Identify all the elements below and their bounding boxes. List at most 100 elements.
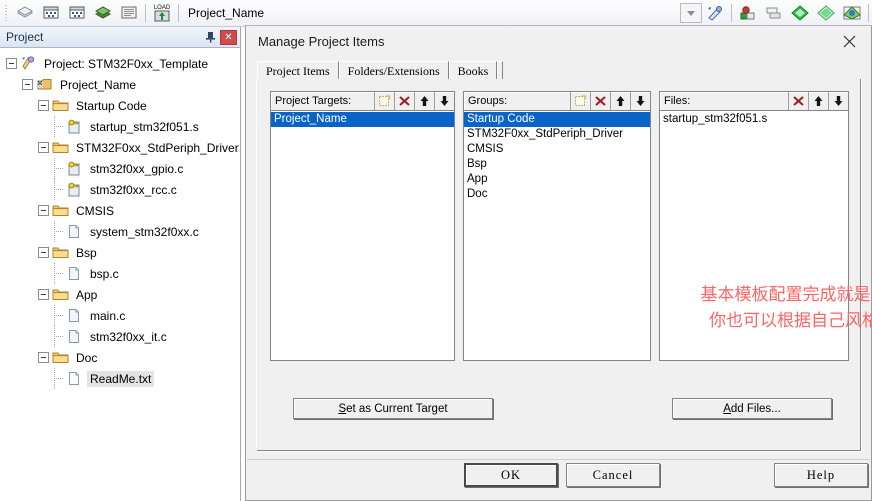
software-packs-icon[interactable] [840,2,864,25]
list-item[interactable]: Bsp [464,157,650,172]
active-project-label: Project_Name [188,6,265,20]
tree-item[interactable]: STM32F0xx_StdPeriph_Driver [0,137,240,158]
groups-header-label: Groups: [468,95,508,107]
item-columns: Project Targets: Project_Name Groups: Start… [270,91,857,366]
dialog-tabs[interactable]: Project Items Folders/Extensions Books [257,61,861,80]
plain-file-icon [66,224,83,239]
tab-project-items[interactable]: Project Items [257,61,339,80]
tree-item-label: stm32f0xx_rcc.c [90,182,177,197]
multi-project-icon[interactable] [762,2,786,25]
manage-project-items-dialog: Manage Project Items Project Items Folder… [245,25,872,501]
set-as-current-target-button[interactable]: Set as Current Target [293,398,493,419]
groups-listbox[interactable]: Startup Code STM32F0xx_StdPeriph_Driver CM… [463,111,651,361]
manage-run-time-env-icon[interactable] [814,2,838,25]
new-item-icon[interactable] [374,92,394,110]
toolbar-separator [178,4,179,22]
close-icon[interactable] [827,27,871,56]
tree-expander-icon[interactable] [38,247,49,258]
build-target-icon[interactable] [13,2,37,25]
tree-item[interactable]: Bsp [0,242,240,263]
tree-item[interactable]: Doc [0,347,240,368]
dialog-divider [247,459,870,460]
move-down-icon[interactable] [630,92,650,110]
tree-item[interactable]: startup_stm32f051.s [0,116,240,137]
project-tree[interactable]: Project: STM32F0xx_Template Project_Name S… [0,49,240,501]
tree-item-label: Startup Code [76,98,147,113]
tab-books[interactable]: Books [448,61,498,80]
list-item[interactable]: CMSIS [464,142,650,157]
tree-expander-icon[interactable] [38,142,49,153]
list-item[interactable]: startup_stm32f051.s [660,112,848,127]
list-item[interactable]: STM32F0xx_StdPeriph_Driver [464,127,650,142]
tree-item[interactable]: Startup Code [0,95,240,116]
target-options-icon[interactable] [703,2,727,25]
tree-item[interactable]: main.c [0,305,240,326]
main-toolbar: LOAD Project_Name [0,0,872,27]
move-up-icon[interactable] [808,92,828,110]
tree-item[interactable]: Project: STM32F0xx_Template [0,53,240,74]
tree-item-label: system_stm32f0xx.c [90,224,199,239]
tree-item[interactable]: bsp.c [0,263,240,284]
move-up-icon[interactable] [610,92,630,110]
folder-icon [52,98,69,113]
list-item[interactable]: Startup Code [464,112,650,127]
set-target-label: et as Current Target [346,402,448,415]
tree-expander-icon[interactable] [6,58,17,69]
pack-installer-icon[interactable] [788,2,812,25]
tree-expander-icon[interactable] [22,79,33,90]
files-header: Files: [659,91,849,111]
add-files-button[interactable]: Add Files... [672,398,832,419]
tree-item-label: ReadMe.txt [87,370,155,387]
target-combo-arrow[interactable] [680,3,702,23]
project-panel-header: Project ✕ [0,27,240,48]
delete-icon[interactable] [590,92,610,110]
move-down-icon[interactable] [828,92,848,110]
tab-strip-filler [497,61,504,80]
cancel-button[interactable]: Cancel [566,463,660,487]
files-listbox[interactable]: startup_stm32f051.s [659,111,849,361]
toolbar-separator [145,4,146,22]
tree-item[interactable]: App [0,284,240,305]
delete-icon[interactable] [394,92,414,110]
rebuild-all-icon[interactable] [65,2,89,25]
new-item-icon[interactable] [570,92,590,110]
tree-item[interactable]: CMSIS [0,200,240,221]
tree-item[interactable]: ReadMe.txt [0,368,240,389]
project-panel: Project ✕ Project: STM32F0xx_Template Pro… [0,27,241,501]
tree-item-label: Project: STM32F0xx_Template [44,56,209,71]
move-up-icon[interactable] [414,92,434,110]
batch-build-icon[interactable] [39,2,63,25]
tree-expander-icon[interactable] [38,352,49,363]
tree-item[interactable]: stm32f0xx_rcc.c [0,179,240,200]
app-root: LOAD Project_Name Project ✕ Project: STM… [0,0,872,501]
delete-icon[interactable] [788,92,808,110]
ok-button[interactable]: OK [464,463,558,487]
folder-icon [52,287,69,302]
project-targets-listbox[interactable]: Project_Name [270,111,455,361]
download-to-flash-icon[interactable]: LOAD [150,2,174,25]
list-item[interactable]: Project_Name [271,112,454,127]
column-project-targets: Project Targets: Project_Name [270,91,455,366]
manage-components-icon[interactable] [736,2,760,25]
tab-folders-extensions[interactable]: Folders/Extensions [338,61,449,80]
c-file-icon [66,182,83,197]
plain-file-icon [66,329,83,344]
stop-build-icon[interactable] [117,2,141,25]
build-icon[interactable] [91,2,115,25]
move-down-icon[interactable] [434,92,454,110]
tree-expander-icon[interactable] [38,289,49,300]
tree-expander-icon[interactable] [38,100,49,111]
list-item[interactable]: App [464,172,650,187]
tree-item[interactable]: Project_Name [0,74,240,95]
tree-item[interactable]: stm32f0xx_gpio.c [0,158,240,179]
tree-item[interactable]: stm32f0xx_it.c [0,326,240,347]
help-button[interactable]: Help [774,463,868,487]
tree-item[interactable]: system_stm32f0xx.c [0,221,240,242]
toolbar-grip[interactable] [2,3,10,23]
tree-item-label: CMSIS [76,203,115,218]
pin-icon[interactable] [202,29,218,45]
list-item[interactable]: Doc [464,187,650,202]
tree-expander-icon[interactable] [38,205,49,216]
close-icon[interactable]: ✕ [220,29,237,45]
toolbar-separator [868,4,869,22]
